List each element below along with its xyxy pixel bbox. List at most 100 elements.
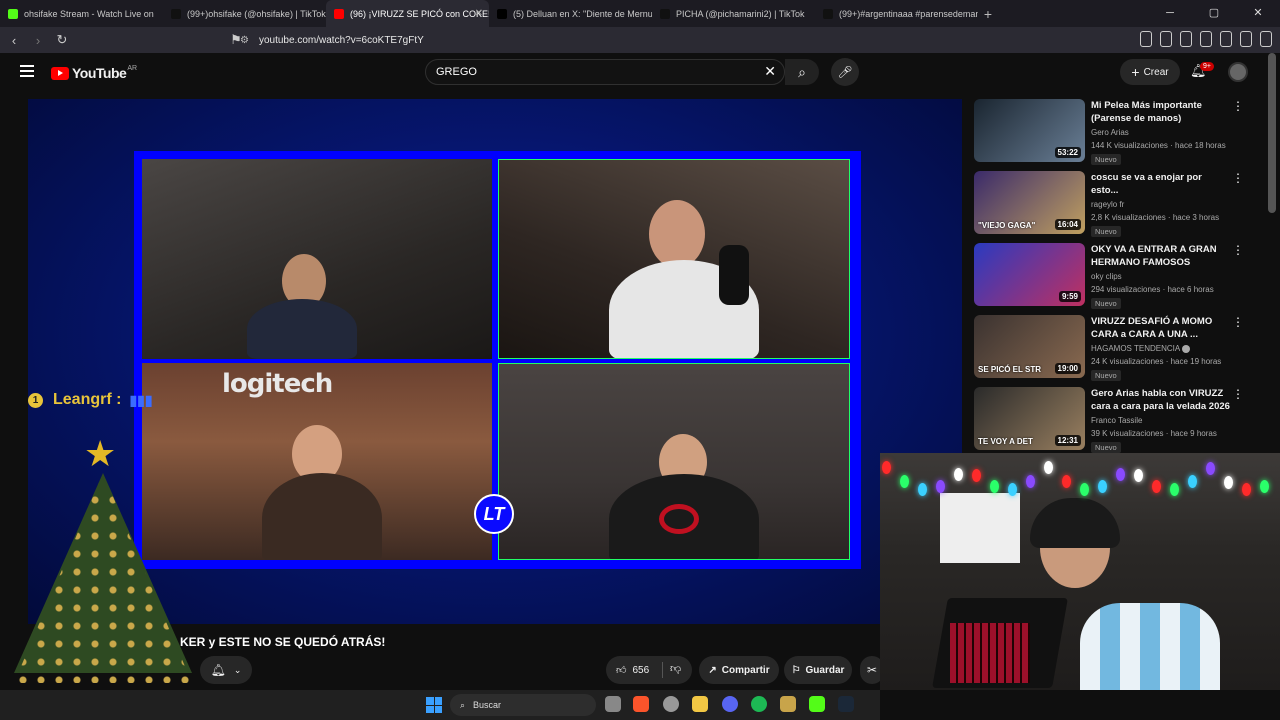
christmas-lights xyxy=(880,453,1280,496)
browser-tab[interactable]: (5) Delluan en X: "Diente de Mernuel xyxy=(489,0,652,27)
tab-title: (96) ¡VIRUZZ SE PICÓ con COKE! xyxy=(350,8,489,19)
browser-tab[interactable]: PICHA (@pichamarini2) | TikTok xyxy=(652,0,815,27)
voice-search-button[interactable]: 🎤︎ xyxy=(831,58,859,86)
light-bulb xyxy=(1260,479,1269,493)
light-bulb xyxy=(990,480,999,494)
tab-title: (99+)ohsifake (@ohsifake) | TikTok xyxy=(187,8,326,19)
youtube-logo[interactable]: YouTube AR xyxy=(51,65,137,81)
search-icon: ⌕ xyxy=(460,699,466,710)
video-title[interactable]: VIRUZZ DESAFIÓ A MOMO CARA a CARA A UNA … xyxy=(1091,315,1231,341)
shirt-logo xyxy=(659,504,699,534)
search-input[interactable]: GREGO ✕ xyxy=(425,59,785,85)
light-bulb xyxy=(918,482,927,496)
forward-button[interactable]: › xyxy=(28,33,48,48)
window-controls: ─ ▢ ✕ xyxy=(1148,0,1280,27)
more-options-icon[interactable]: ⋮ xyxy=(1232,387,1244,401)
create-button[interactable]: + Crear xyxy=(1120,59,1180,85)
extension-icon[interactable] xyxy=(1160,31,1172,47)
video-title[interactable]: Mi Pelea Más importante (Parense de mano… xyxy=(1091,99,1231,125)
channel-name[interactable]: Franco Tassile xyxy=(1091,416,1142,425)
recommended-video[interactable]: 9:59 OKY VA A ENTRAR A GRAN HERMANO FAMOS… xyxy=(970,243,1260,315)
light-bulb xyxy=(936,479,945,493)
kick-icon[interactable] xyxy=(809,696,825,712)
recommended-video[interactable]: 53:22 Mi Pelea Más importante (Parense de… xyxy=(970,99,1260,171)
extension-icon[interactable] xyxy=(1240,31,1252,47)
browser-tab[interactable]: (99+)ohsifake (@ohsifake) | TikTok xyxy=(163,0,326,27)
video-title[interactable]: Gero Arias habla con VIRUZZ cara a cara … xyxy=(1091,387,1231,413)
video-thumbnail[interactable]: "VIEJO GAGA" 16:04 xyxy=(974,171,1085,234)
share-button[interactable]: ↗ Compartir xyxy=(699,656,779,684)
url-field[interactable]: ⚙ youtube.com/watch?v=6coKTE7gFtY xyxy=(240,30,960,50)
youtube-header: YouTube AR GREGO ✕ ⌕ 🎤︎ + Crear 🔔︎ 9+ xyxy=(0,53,1280,91)
maximize-button[interactable]: ▢ xyxy=(1192,0,1236,27)
extension-icon[interactable] xyxy=(1140,31,1152,47)
more-options-icon[interactable]: ⋮ xyxy=(1232,243,1244,257)
bookmark-icon: ⚐ xyxy=(791,664,801,676)
extension-icon[interactable] xyxy=(1200,31,1212,47)
search-icon: ⌕ xyxy=(798,64,806,80)
channel-watermark-logo: LT xyxy=(474,494,514,534)
close-tab-icon[interactable]: ✕ xyxy=(475,8,483,19)
video-thumbnail[interactable]: SE PICÓ EL STR 19:00 xyxy=(974,315,1085,378)
extension-icon[interactable] xyxy=(1180,31,1192,47)
file-explorer-icon[interactable] xyxy=(692,696,708,712)
extension-icon[interactable] xyxy=(1220,31,1232,47)
menu-icon[interactable] xyxy=(20,65,34,77)
page-scrollbar[interactable] xyxy=(1268,53,1276,213)
video-title[interactable]: coscu se va a enojar por esto... xyxy=(1091,171,1231,197)
subscription-bell-button[interactable]: 🔔︎ ⌄ xyxy=(200,656,252,684)
share-label: Compartir xyxy=(721,664,770,676)
reload-button[interactable]: ↻ xyxy=(52,32,72,48)
minimize-button[interactable]: ─ xyxy=(1148,0,1192,27)
channel-name-text: Gero Arias xyxy=(1091,128,1129,137)
avatar[interactable] xyxy=(1228,62,1248,82)
dislike-button[interactable]: 👎︎ xyxy=(670,662,681,675)
brave-icon[interactable] xyxy=(633,696,649,712)
save-button[interactable]: ⚐ Guardar xyxy=(784,656,852,684)
chatgpt-icon[interactable] xyxy=(663,696,679,712)
favicon-icon xyxy=(171,8,181,19)
like-button[interactable]: 👍︎ 656 👎︎ xyxy=(606,656,692,684)
site-info-icon[interactable]: ⚙ xyxy=(240,35,249,46)
browser-tab[interactable]: ohsifake Stream - Watch Live on xyxy=(0,0,163,27)
discord-icon[interactable] xyxy=(722,696,738,712)
recommended-video[interactable]: TE VOY A DET 12:31 Gero Arias habla con VI… xyxy=(970,387,1260,459)
light-bulb xyxy=(1170,482,1179,496)
recommended-video[interactable]: "VIEJO GAGA" 16:04 coscu se va a enojar po… xyxy=(970,171,1260,243)
app-icon[interactable] xyxy=(780,696,796,712)
microphone xyxy=(719,245,749,305)
video-thumbnail[interactable]: TE VOY A DET 12:31 xyxy=(974,387,1085,450)
more-options-icon[interactable]: ⋮ xyxy=(1232,315,1244,329)
channel-name[interactable]: rageylo fr xyxy=(1091,200,1124,209)
browser-tab[interactable]: (99+)#argentinaaa #parensedemano xyxy=(815,0,978,27)
channel-name[interactable]: oky clips xyxy=(1091,272,1122,281)
windows-start-icon[interactable] xyxy=(426,697,442,713)
video-thumbnail[interactable]: 9:59 xyxy=(974,243,1085,306)
spotify-icon[interactable] xyxy=(751,696,767,712)
video-duration: 19:00 xyxy=(1054,363,1081,374)
light-bulb xyxy=(1026,474,1035,488)
video-duration: 12:31 xyxy=(1054,435,1081,446)
browser-tab[interactable]: (96) ¡VIRUZZ SE PICÓ con COKE! ✕ xyxy=(326,0,489,27)
create-label: Crear xyxy=(1143,66,1169,78)
camera-feed-3: logitech xyxy=(142,363,492,560)
address-bar: ‹ › ↻ ⚑ ⚙ youtube.com/watch?v=6coKTE7gFt… xyxy=(0,27,1280,53)
taskbar-search[interactable]: ⌕ Buscar xyxy=(450,694,596,716)
more-options-icon[interactable]: ⋮ xyxy=(1232,171,1244,185)
clear-search-icon[interactable]: ✕ xyxy=(764,63,776,80)
light-bulb xyxy=(1008,482,1017,496)
search-button[interactable]: ⌕ xyxy=(785,59,819,85)
extension-icon[interactable] xyxy=(1260,31,1272,47)
video-title[interactable]: OKY VA A ENTRAR A GRAN HERMANO FAMOSOS xyxy=(1091,243,1231,269)
video-thumbnail[interactable]: 53:22 xyxy=(974,99,1085,162)
more-options-icon[interactable]: ⋮ xyxy=(1232,99,1244,113)
close-window-button[interactable]: ✕ xyxy=(1236,0,1280,27)
channel-name[interactable]: Gero Arias xyxy=(1091,128,1129,137)
channel-name[interactable]: HAGAMOS TENDENCIA xyxy=(1091,344,1191,353)
recommended-video[interactable]: SE PICÓ EL STR 19:00 VIRUZZ DESAFIÓ A MOMO… xyxy=(970,315,1260,387)
back-button[interactable]: ‹ xyxy=(4,33,24,48)
new-tab-button[interactable]: + xyxy=(978,6,998,22)
favicon-icon xyxy=(497,8,507,19)
task-view-icon[interactable] xyxy=(605,696,621,712)
steam-icon[interactable] xyxy=(838,696,854,712)
